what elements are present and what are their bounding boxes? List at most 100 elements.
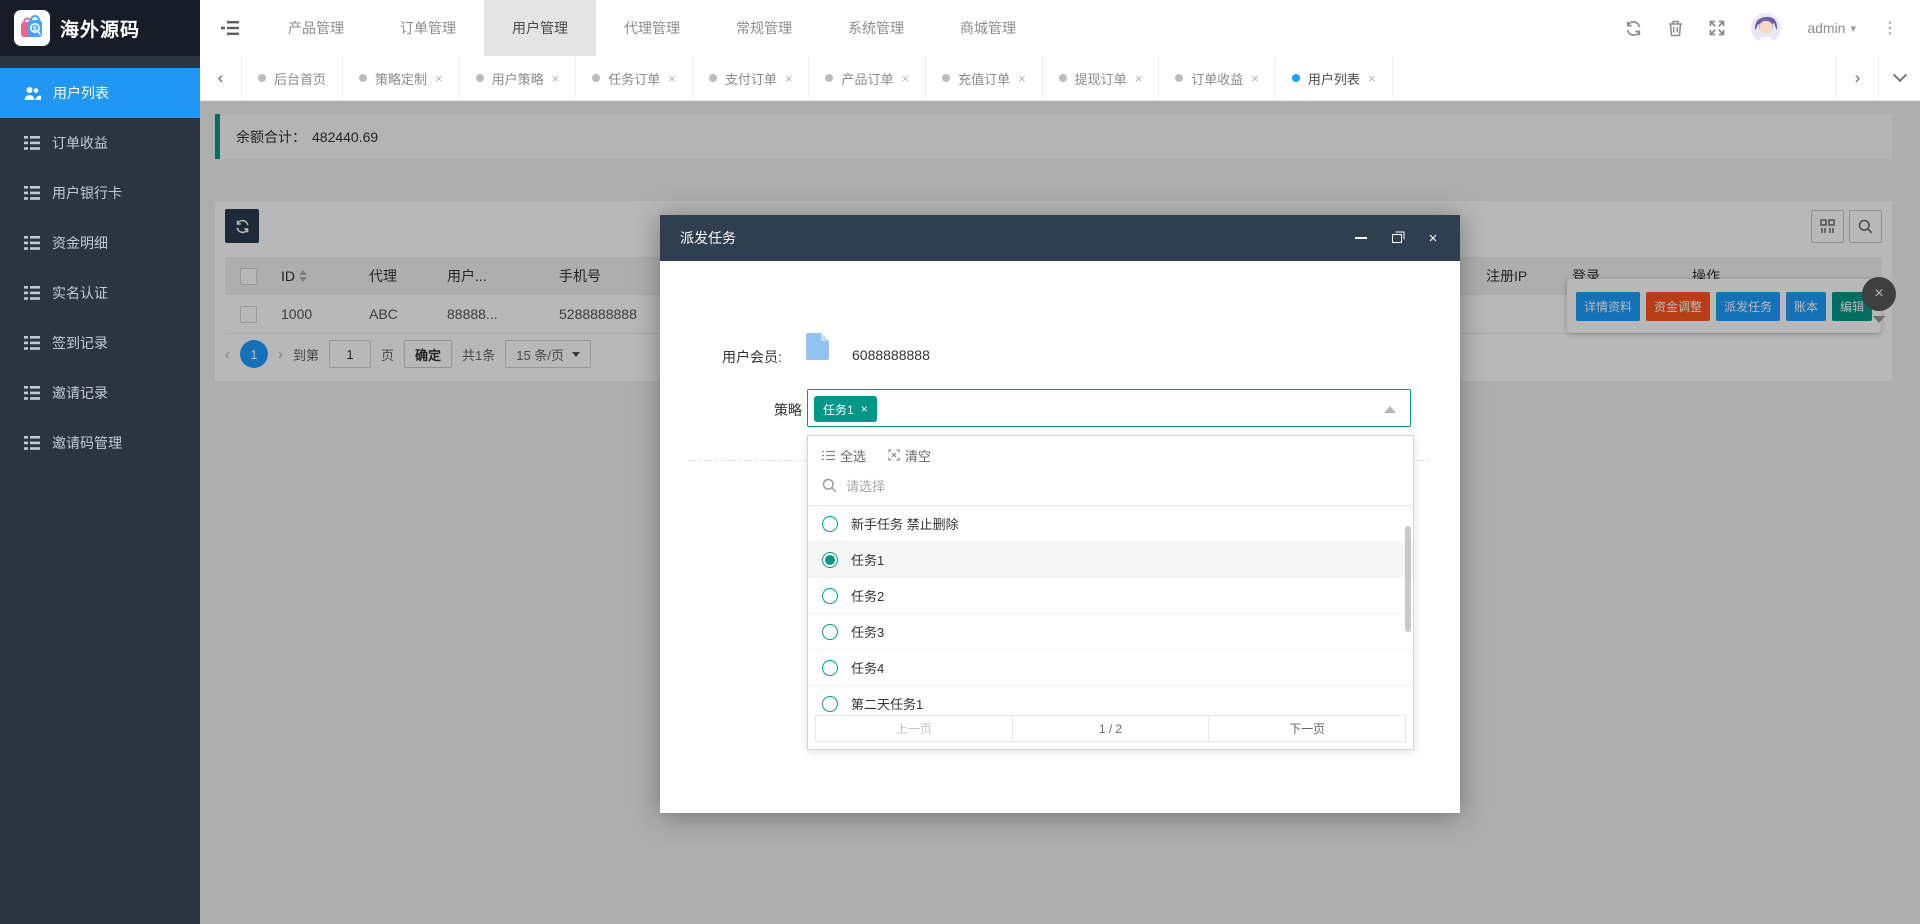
clear-button[interactable]: 清空 (888, 446, 931, 465)
radio-icon[interactable] (822, 695, 838, 712)
nav-user-mgmt[interactable]: 用户管理 (484, 0, 596, 56)
tab-order-income[interactable]: 订单收益 × (1159, 56, 1276, 100)
sidebar-item-label: 签到记录 (52, 335, 108, 351)
fullscreen-icon[interactable] (1709, 20, 1725, 36)
member-account: 6088888888 (852, 347, 930, 363)
list-icon (24, 186, 40, 200)
radio-icon[interactable] (822, 659, 838, 676)
tab-close-icon[interactable]: × (552, 71, 560, 86)
list-icon (24, 386, 40, 400)
radio-icon[interactable] (822, 587, 838, 604)
option-task1[interactable]: 任务1 (808, 542, 1413, 578)
sidebar-item-user-list[interactable]: 用户列表 (0, 68, 200, 118)
option-task2[interactable]: 任务2 (808, 578, 1413, 614)
dropdown-pagination: 上一页 1 / 2 下一页 (815, 715, 1406, 742)
nav-product-mgmt[interactable]: 产品管理 (260, 0, 372, 56)
tag-remove-icon[interactable]: × (861, 402, 868, 416)
selected-tag-label: 任务1 (823, 402, 854, 417)
refresh-icon[interactable] (1625, 20, 1642, 37)
tabs-scroll-left-icon[interactable]: ‹ (200, 56, 242, 100)
nav-system-mgmt[interactable]: 系统管理 (820, 0, 932, 56)
radio-checked-icon[interactable] (822, 551, 838, 568)
option-task4[interactable]: 任务4 (808, 650, 1413, 686)
sidebar-item-invite-record[interactable]: 邀请记录 (0, 368, 200, 418)
tabbar-spacer (1393, 56, 1837, 100)
tab-user-strategy[interactable]: 用户策略 × (460, 56, 577, 100)
maximize-icon[interactable] (1390, 231, 1404, 245)
list-icon (24, 236, 40, 250)
tab-dot (825, 74, 834, 82)
user-menu[interactable]: admin ▾ (1807, 20, 1856, 36)
modal-window-controls: × (1354, 230, 1440, 247)
chevron-down-icon: ▾ (1850, 22, 1856, 35)
more-menu-icon[interactable]: ⋮ (1882, 18, 1898, 38)
tabs-menu-icon[interactable] (1878, 56, 1920, 100)
search-placeholder: 请选择 (846, 479, 886, 494)
tab-home[interactable]: 后台首页 (242, 56, 344, 100)
option-label: 新手任务 禁止删除 (851, 517, 959, 532)
tab-label: 用户策略 (491, 71, 544, 87)
option-label: 任务2 (851, 589, 885, 604)
tab-label: 任务订单 (608, 71, 661, 87)
tab-close-icon[interactable]: × (668, 71, 676, 86)
clear-label: 清空 (905, 448, 932, 464)
select-all-button[interactable]: 全选 (822, 446, 866, 465)
list-icon (24, 286, 40, 300)
sidebar-item-invite-code[interactable]: 邀请码管理 (0, 418, 200, 468)
tab-close-icon[interactable]: × (1135, 71, 1143, 86)
tab-close-icon[interactable]: × (1368, 71, 1376, 86)
tab-pay-orders[interactable]: 支付订单 × (693, 56, 810, 100)
tab-close-icon[interactable]: × (1251, 71, 1259, 86)
sidebar-item-label: 用户银行卡 (52, 185, 122, 201)
tab-recharge-orders[interactable]: 充值订单 × (926, 56, 1043, 100)
tab-dot (942, 74, 951, 82)
nav-order-mgmt[interactable]: 订单管理 (372, 0, 484, 56)
close-icon[interactable]: × (1426, 230, 1440, 247)
option-day2-task1[interactable]: 第二天任务1 (808, 686, 1413, 713)
tab-strategy-custom[interactable]: 策略定制 × (343, 56, 460, 100)
tab-label: 策略定制 (375, 71, 428, 87)
tab-label: 后台首页 (274, 71, 327, 87)
tab-close-icon[interactable]: × (901, 71, 909, 86)
tab-close-icon[interactable]: × (435, 71, 443, 86)
sidebar-item-checkin[interactable]: 签到记录 (0, 318, 200, 368)
tabs-scroll-right-icon[interactable]: › (1836, 56, 1878, 100)
file-icon (806, 333, 829, 363)
dropdown-prev-button[interactable]: 上一页 (816, 716, 1012, 741)
menu-fold-icon[interactable] (200, 0, 260, 56)
nav-general-mgmt[interactable]: 常规管理 (708, 0, 820, 56)
dispatch-task-modal: 派发任务 × 用户会员: 6088888888 策略 任务1 × 全选 清空 请… (660, 215, 1460, 813)
select-all-icon (822, 450, 835, 460)
tab-product-orders[interactable]: 产品订单 × (809, 56, 927, 100)
sidebar-item-funds-detail[interactable]: 资金明细 (0, 218, 200, 268)
dropdown-search[interactable]: 请选择 (808, 466, 1413, 506)
sidebar-item-user-bankcard[interactable]: 用户银行卡 (0, 168, 200, 218)
tab-withdraw-orders[interactable]: 提现订单 × (1043, 56, 1160, 100)
strategy-select[interactable]: 任务1 × (807, 389, 1411, 427)
option-task3[interactable]: 任务3 (808, 614, 1413, 650)
option-newbie-task[interactable]: 新手任务 禁止删除 (808, 506, 1413, 542)
sidebar-item-real-name[interactable]: 实名认证 (0, 268, 200, 318)
tab-label: 产品订单 (841, 71, 894, 87)
nav-agent-mgmt[interactable]: 代理管理 (596, 0, 708, 56)
avatar[interactable] (1751, 13, 1782, 43)
tab-label: 支付订单 (724, 71, 777, 87)
nav-mall-mgmt[interactable]: 商城管理 (932, 0, 1044, 56)
tab-close-icon[interactable]: × (785, 71, 793, 86)
brand: $ 海外源码 (0, 0, 200, 56)
sidebar-item-order-income[interactable]: 订单收益 (0, 118, 200, 168)
tab-close-icon[interactable]: × (1018, 71, 1026, 86)
dropdown-next-button[interactable]: 下一页 (1208, 716, 1406, 741)
trash-icon[interactable] (1668, 20, 1683, 37)
tab-user-list[interactable]: 用户列表 × (1276, 56, 1393, 100)
dropdown-scrollbar[interactable] (1405, 526, 1411, 632)
sidebar: $ 海外源码 用户列表 订单收益 用户银行卡 资金明细 实名认证 签到记录 邀请… (0, 0, 200, 924)
radio-icon[interactable] (822, 623, 838, 640)
sidebar-item-label: 订单收益 (52, 135, 108, 151)
minimize-icon[interactable] (1354, 231, 1368, 245)
sidebar-item-label: 用户列表 (53, 85, 109, 101)
list-icon (24, 436, 40, 450)
radio-icon[interactable] (822, 515, 838, 532)
search-icon (822, 478, 837, 493)
tab-task-orders[interactable]: 任务订单 × (576, 56, 693, 100)
